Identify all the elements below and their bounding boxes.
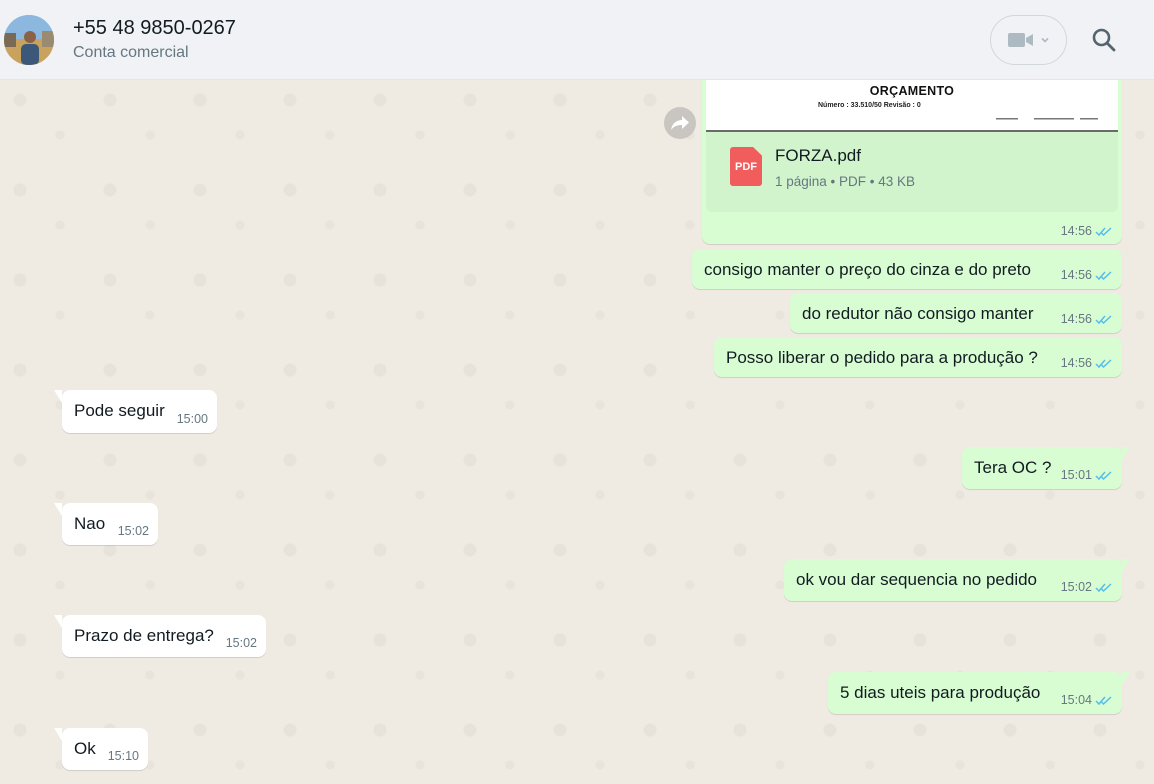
- outgoing-message[interactable]: do redutor não consigo manter 14:56: [790, 293, 1122, 333]
- search-button[interactable]: [1088, 24, 1120, 56]
- outgoing-message[interactable]: Tera OC ? 15:01: [962, 447, 1130, 489]
- read-ticks-icon: [1095, 314, 1112, 324]
- message-meta: 15:02: [226, 636, 257, 650]
- chat-header: +55 48 9850-0267 Conta comercial: [0, 0, 1154, 80]
- avatar-image: [4, 14, 54, 65]
- chevron-down-icon: [1040, 37, 1049, 43]
- message-meta: 15:02: [1061, 580, 1113, 594]
- message-meta: 15:10: [108, 749, 139, 763]
- message-text: Ok: [74, 739, 96, 758]
- message-text: Prazo de entrega?: [74, 626, 214, 645]
- search-icon: [1092, 28, 1116, 52]
- message-time: 15:02: [117, 524, 149, 538]
- message-text: 5 dias uteis para produção: [840, 683, 1041, 702]
- incoming-message[interactable]: Ok 15:10: [54, 728, 148, 770]
- video-call-icon: [1007, 33, 1033, 47]
- outgoing-message[interactable]: ok vou dar sequencia no pedido 15:02: [784, 559, 1130, 601]
- bubble-tail: [1122, 559, 1130, 572]
- read-ticks-icon: [1095, 582, 1112, 592]
- message-text: Posso liberar o pedido para a produção ?: [726, 348, 1038, 367]
- message-time: 15:00: [176, 412, 208, 426]
- video-call-button[interactable]: [990, 15, 1067, 65]
- document-preview-title: ORÇAMENTO: [869, 84, 955, 98]
- message-meta: 14:56: [1061, 268, 1113, 282]
- bubble-tail: [54, 503, 62, 516]
- pdf-file-icon: PDF: [730, 147, 762, 186]
- message-time: 14:56: [1060, 268, 1092, 282]
- forward-icon: [671, 116, 689, 130]
- message-meta: 15:02: [118, 524, 149, 538]
- incoming-message[interactable]: Pode seguir 15:00: [54, 390, 217, 433]
- message-text: Tera OC ?: [974, 458, 1052, 477]
- message-meta: 15:00: [177, 412, 208, 426]
- message-text: do redutor não consigo manter: [802, 304, 1034, 323]
- document-preview-line: Número : 33.510/50 Revisão : 0: [818, 102, 921, 109]
- read-ticks-icon: [1095, 358, 1112, 368]
- message-time: 15:02: [1060, 580, 1092, 594]
- contact-info[interactable]: +55 48 9850-0267 Conta comercial: [73, 15, 236, 64]
- message-time: 14:56: [1060, 224, 1092, 238]
- incoming-message[interactable]: Prazo de entrega? 15:02: [54, 615, 266, 657]
- contact-subtitle: Conta comercial: [73, 44, 189, 61]
- message-time: 14:56: [1060, 356, 1092, 370]
- message-time: 15:04: [1060, 693, 1092, 707]
- message-text: Pode seguir: [74, 401, 165, 420]
- read-ticks-icon: [1095, 470, 1112, 480]
- document-file-info: 1 página • PDF • 43 KB: [775, 174, 916, 189]
- read-ticks-icon: [1095, 226, 1112, 236]
- message-meta: 14:56: [1061, 312, 1113, 326]
- message-text: consigo manter o preço do cinza e do pre…: [704, 260, 1031, 279]
- outgoing-message[interactable]: consigo manter o preço do cinza e do pre…: [692, 249, 1122, 289]
- forward-button[interactable]: [664, 107, 696, 139]
- document-preview[interactable]: ORÇAMENTO Número : 33.510/50 Revisão : 0: [706, 80, 1118, 132]
- message-time: 14:56: [1060, 312, 1092, 326]
- message-meta: 14:56: [1061, 224, 1113, 238]
- outgoing-message[interactable]: 5 dias uteis para produção 15:04: [828, 672, 1130, 714]
- bubble-tail: [54, 615, 62, 628]
- message-time: 15:01: [1060, 468, 1092, 482]
- message-meta: 15:01: [1061, 468, 1113, 482]
- message-time: 15:02: [225, 636, 257, 650]
- message-text: ok vou dar sequencia no pedido: [796, 570, 1038, 589]
- bubble-tail: [54, 728, 62, 741]
- document-message[interactable]: ORÇAMENTO Número : 33.510/50 Revisão : 0…: [702, 80, 1122, 244]
- read-ticks-icon: [1095, 695, 1112, 705]
- avatar[interactable]: [4, 14, 54, 65]
- message-time: 15:10: [107, 749, 139, 763]
- bubble-tail: [1122, 672, 1130, 685]
- document-preview-small-text: [996, 117, 1116, 122]
- bubble-tail: [54, 390, 62, 403]
- message-meta: 15:04: [1061, 693, 1113, 707]
- bubble-tail: [1122, 447, 1130, 460]
- message-meta: 14:56: [1061, 356, 1113, 370]
- incoming-message[interactable]: Nao 15:02: [54, 503, 158, 545]
- message-list[interactable]: ORÇAMENTO Número : 33.510/50 Revisão : 0…: [0, 80, 1154, 784]
- document-file-name: FORZA.pdf: [775, 146, 861, 165]
- outgoing-message[interactable]: Posso liberar o pedido para a produção ?…: [714, 337, 1122, 377]
- message-text: Nao: [74, 514, 106, 533]
- document-file-card[interactable]: PDF FORZA.pdf 1 página • PDF • 43 KB: [706, 132, 1118, 212]
- contact-name: +55 48 9850-0267: [73, 17, 236, 39]
- read-ticks-icon: [1095, 270, 1112, 280]
